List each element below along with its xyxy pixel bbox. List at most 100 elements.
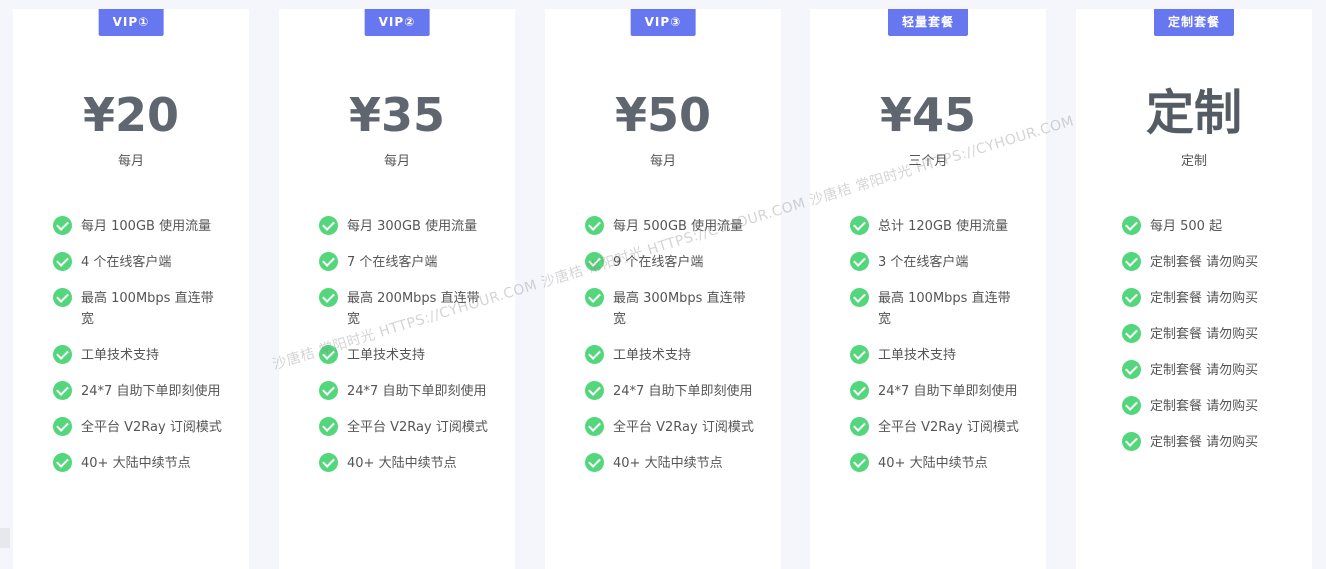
feature-list: 每月 100GB 使用流量 4 个在线客户端最高 100Mbps 直连带宽工单技术… — [53, 216, 223, 489]
plan-period: 定制 — [1180, 154, 1207, 169]
feature-item: 每月 300GB 使用流量 — [319, 216, 489, 237]
feature-item: 每月 500 起 — [1122, 216, 1292, 237]
pricing-card: 轻量套餐 ¥45 三个月 总计 120GB 使用流量 3 个在线客户端 最高 100Mbp… — [810, 9, 1046, 569]
feature-text: 每月 500 起 — [1150, 219, 1223, 234]
feature-item: 40+ 大陆中续节点 — [53, 453, 223, 474]
feature-text: 定制套餐 请勿购买 — [1150, 363, 1259, 378]
feature-list: 总计 120GB 使用流量 3 个在线客户端最高 100Mbps 直连带宽工单技术… — [850, 216, 1020, 489]
check-circle-icon — [319, 252, 338, 271]
feature-item: 24*7 自助下单即刻使用 — [850, 381, 1020, 402]
check-circle-icon — [319, 216, 338, 235]
feature-text: 定制套餐 请勿购买 — [1150, 399, 1259, 414]
feature-text: 工单技术支持 — [878, 348, 957, 363]
feature-item: 最高 100Mbps 直连带宽 — [53, 288, 223, 330]
feature-item: 全平台 V2Ray 订阅模式 — [850, 417, 1020, 438]
check-circle-icon — [1122, 432, 1141, 451]
feature-text: 最高 300Mbps 直连带宽 — [613, 291, 746, 327]
feature-text: 定制套餐 请勿购买 — [1150, 291, 1259, 306]
feature-item: 最高 300Mbps 直连带宽 — [585, 288, 755, 330]
pricing-card: VIP② ¥35 每月 每月 300GB 使用流量 7 个在线客户端 最高 200Mbps… — [279, 9, 515, 569]
feature-item: 24*7 自助下单即刻使用 — [319, 381, 489, 402]
check-circle-icon — [585, 417, 604, 436]
pricing-card: VIP① ¥20 每月每月 100GB 使用流量 4 个在线客户端最高 100Mbps… — [13, 9, 249, 569]
feature-text: 最高 100Mbps 直连带宽 — [81, 291, 214, 327]
feature-item: 定制套餐 请勿购买 — [1122, 324, 1292, 345]
plan-badge: VIP① — [98, 9, 164, 36]
feature-text: 40+ 大陆中续节点 — [878, 456, 988, 471]
check-circle-icon — [53, 216, 72, 235]
plan-badge: 定制套餐 — [1153, 9, 1235, 36]
feature-text: 工单技术支持 — [81, 348, 160, 363]
feature-text: 24*7 自助下单即刻使用 — [878, 384, 1018, 399]
feature-item: 定制套餐 请勿购买 — [1122, 432, 1292, 453]
feature-text: 40+ 大陆中续节点 — [81, 456, 191, 471]
plan-price: ¥50 — [614, 88, 712, 142]
feature-text: 全平台 V2Ray 订阅模式 — [878, 420, 1019, 435]
pricing-card: VIP③ ¥50 每月 每月 500GB 使用流量 9 个在线客户端 最高 300Mbps… — [545, 9, 781, 569]
feature-item: 最高 100Mbps 直连带宽 — [850, 288, 1020, 330]
check-circle-icon — [319, 288, 338, 307]
feature-item: 全平台 V2Ray 订阅模式 — [53, 417, 223, 438]
check-circle-icon — [850, 216, 869, 235]
feature-item: 工单技术支持 — [585, 345, 755, 366]
corner-tab — [0, 528, 10, 548]
feature-item: 4 个在线客户端 — [53, 252, 223, 273]
plan-period: 每月 — [117, 154, 144, 169]
plan-price: ¥20 — [82, 88, 180, 142]
check-circle-icon — [850, 288, 869, 307]
check-circle-icon — [53, 453, 72, 472]
check-circle-icon — [585, 216, 604, 235]
check-circle-icon — [1122, 288, 1141, 307]
check-circle-icon — [1122, 324, 1141, 343]
feature-text: 总计 120GB 使用流量 — [878, 219, 1009, 234]
check-circle-icon — [1122, 252, 1141, 271]
plan-price: ¥35 — [348, 88, 446, 142]
feature-item: 定制套餐 请勿购买 — [1122, 396, 1292, 417]
feature-item: 定制套餐 请勿购买 — [1122, 360, 1292, 381]
check-circle-icon — [1122, 396, 1141, 415]
feature-item: 24*7 自助下单即刻使用 — [53, 381, 223, 402]
feature-text: 40+ 大陆中续节点 — [347, 456, 457, 471]
feature-text: 4 个在线客户端 — [81, 255, 172, 270]
check-circle-icon — [319, 417, 338, 436]
feature-text: 每月 300GB 使用流量 — [347, 219, 478, 234]
feature-item: 工单技术支持 — [53, 345, 223, 366]
feature-text: 全平台 V2Ray 订阅模式 — [81, 420, 222, 435]
feature-text: 最高 100Mbps 直连带宽 — [878, 291, 1011, 327]
feature-text: 全平台 V2Ray 订阅模式 — [613, 420, 754, 435]
check-circle-icon — [53, 381, 72, 400]
check-circle-icon — [850, 453, 869, 472]
feature-item: 每月 100GB 使用流量 — [53, 216, 223, 237]
check-circle-icon — [53, 345, 72, 364]
plan-badge: 轻量套餐 — [887, 9, 969, 36]
check-circle-icon — [1122, 360, 1141, 379]
plan-badge: VIP② — [364, 9, 430, 36]
feature-item: 定制套餐 请勿购买 — [1122, 252, 1292, 273]
feature-item: 全平台 V2Ray 订阅模式 — [319, 417, 489, 438]
feature-text: 每月 100GB 使用流量 — [81, 219, 212, 234]
feature-text: 24*7 自助下单即刻使用 — [613, 384, 753, 399]
feature-text: 工单技术支持 — [347, 348, 426, 363]
check-circle-icon — [53, 252, 72, 271]
feature-item: 40+ 大陆中续节点 — [319, 453, 489, 474]
feature-item: 工单技术支持 — [850, 345, 1020, 366]
plan-price: 定制 — [1145, 85, 1242, 141]
feature-list: 每月 500 起定制套餐 请勿购买 定制套餐 请勿购买 定制套餐 请勿购买 定制套餐 … — [1122, 216, 1292, 468]
check-circle-icon — [585, 381, 604, 400]
check-circle-icon — [319, 381, 338, 400]
check-circle-icon — [850, 345, 869, 364]
feature-item: 40+ 大陆中续节点 — [585, 453, 755, 474]
feature-item: 40+ 大陆中续节点 — [850, 453, 1020, 474]
feature-item: 3 个在线客户端 — [850, 252, 1020, 273]
feature-item: 全平台 V2Ray 订阅模式 — [585, 417, 755, 438]
feature-text: 定制套餐 请勿购买 — [1150, 327, 1259, 342]
feature-text: 工单技术支持 — [613, 348, 692, 363]
check-circle-icon — [850, 417, 869, 436]
feature-item: 定制套餐 请勿购买 — [1122, 288, 1292, 309]
check-circle-icon — [319, 453, 338, 472]
check-circle-icon — [585, 345, 604, 364]
feature-item: 24*7 自助下单即刻使用 — [585, 381, 755, 402]
check-circle-icon — [53, 417, 72, 436]
check-circle-icon — [850, 252, 869, 271]
feature-text: 24*7 自助下单即刻使用 — [81, 384, 221, 399]
